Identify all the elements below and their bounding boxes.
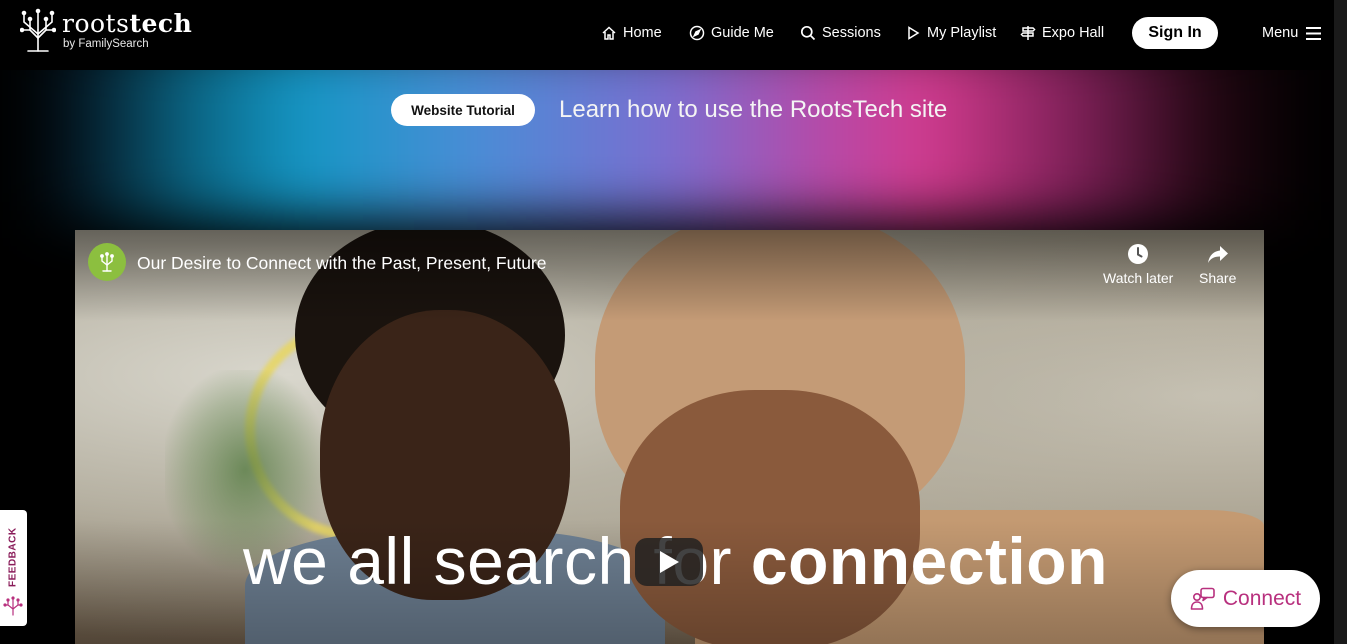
connect-label: Connect	[1222, 586, 1302, 610]
share-button[interactable]: Share	[1199, 242, 1236, 286]
tree-icon	[100, 252, 114, 272]
nav-my-playlist[interactable]: My Playlist	[905, 17, 996, 49]
home-icon	[602, 26, 616, 40]
chat-people-icon	[1190, 587, 1215, 610]
tree-feedback-icon	[3, 596, 23, 616]
compass-icon	[689, 25, 705, 41]
website-tutorial-button[interactable]: Website Tutorial	[391, 94, 535, 126]
nav-sessions-label: Sessions	[822, 25, 881, 41]
hamburger-icon	[1306, 26, 1322, 40]
watch-later-label: Watch later	[1103, 270, 1174, 286]
channel-avatar[interactable]	[88, 243, 126, 281]
menu-label: Menu	[1262, 25, 1299, 41]
signpost-icon	[1020, 26, 1036, 40]
watch-later-button[interactable]: Watch later	[1103, 242, 1173, 286]
nav-expo-hall[interactable]: Expo Hall	[1020, 17, 1104, 49]
play-icon	[660, 551, 679, 573]
nav-expo-hall-label: Expo Hall	[1042, 25, 1105, 41]
nav-home-label: Home	[623, 25, 662, 41]
sign-in-button[interactable]: Sign In	[1132, 17, 1218, 49]
nav-sessions[interactable]: Sessions	[800, 17, 881, 49]
feedback-tab[interactable]: FEEDBACK	[0, 510, 27, 626]
share-arrow-icon	[1207, 246, 1228, 263]
play-outline-icon	[908, 26, 920, 40]
feedback-label: FEEDBACK	[7, 527, 19, 587]
banner-gradient	[20, 70, 1314, 220]
nav-my-playlist-label: My Playlist	[927, 25, 997, 41]
nav-guide-me-label: Guide Me	[711, 25, 774, 41]
page-scrollbar[interactable]	[1334, 0, 1347, 644]
top-navbar: rootstech by FamilySearch Home Guide Me …	[0, 0, 1347, 70]
nav-home[interactable]: Home	[601, 17, 662, 49]
play-button[interactable]	[635, 538, 703, 586]
video-player[interactable]: Our Desire to Connect with the Past, Pre…	[75, 230, 1264, 644]
caption-bold-text: connection	[750, 524, 1108, 598]
clock-icon	[1128, 244, 1149, 264]
search-icon	[800, 25, 816, 41]
share-label: Share	[1199, 270, 1237, 286]
menu-button[interactable]: Menu	[1262, 17, 1322, 49]
video-title[interactable]: Our Desire to Connect with the Past, Pre…	[137, 253, 547, 274]
connect-button[interactable]: Connect	[1171, 570, 1320, 627]
nav-guide-me[interactable]: Guide Me	[689, 17, 774, 49]
tutorial-text: Learn how to use the RootsTech site	[559, 96, 948, 123]
